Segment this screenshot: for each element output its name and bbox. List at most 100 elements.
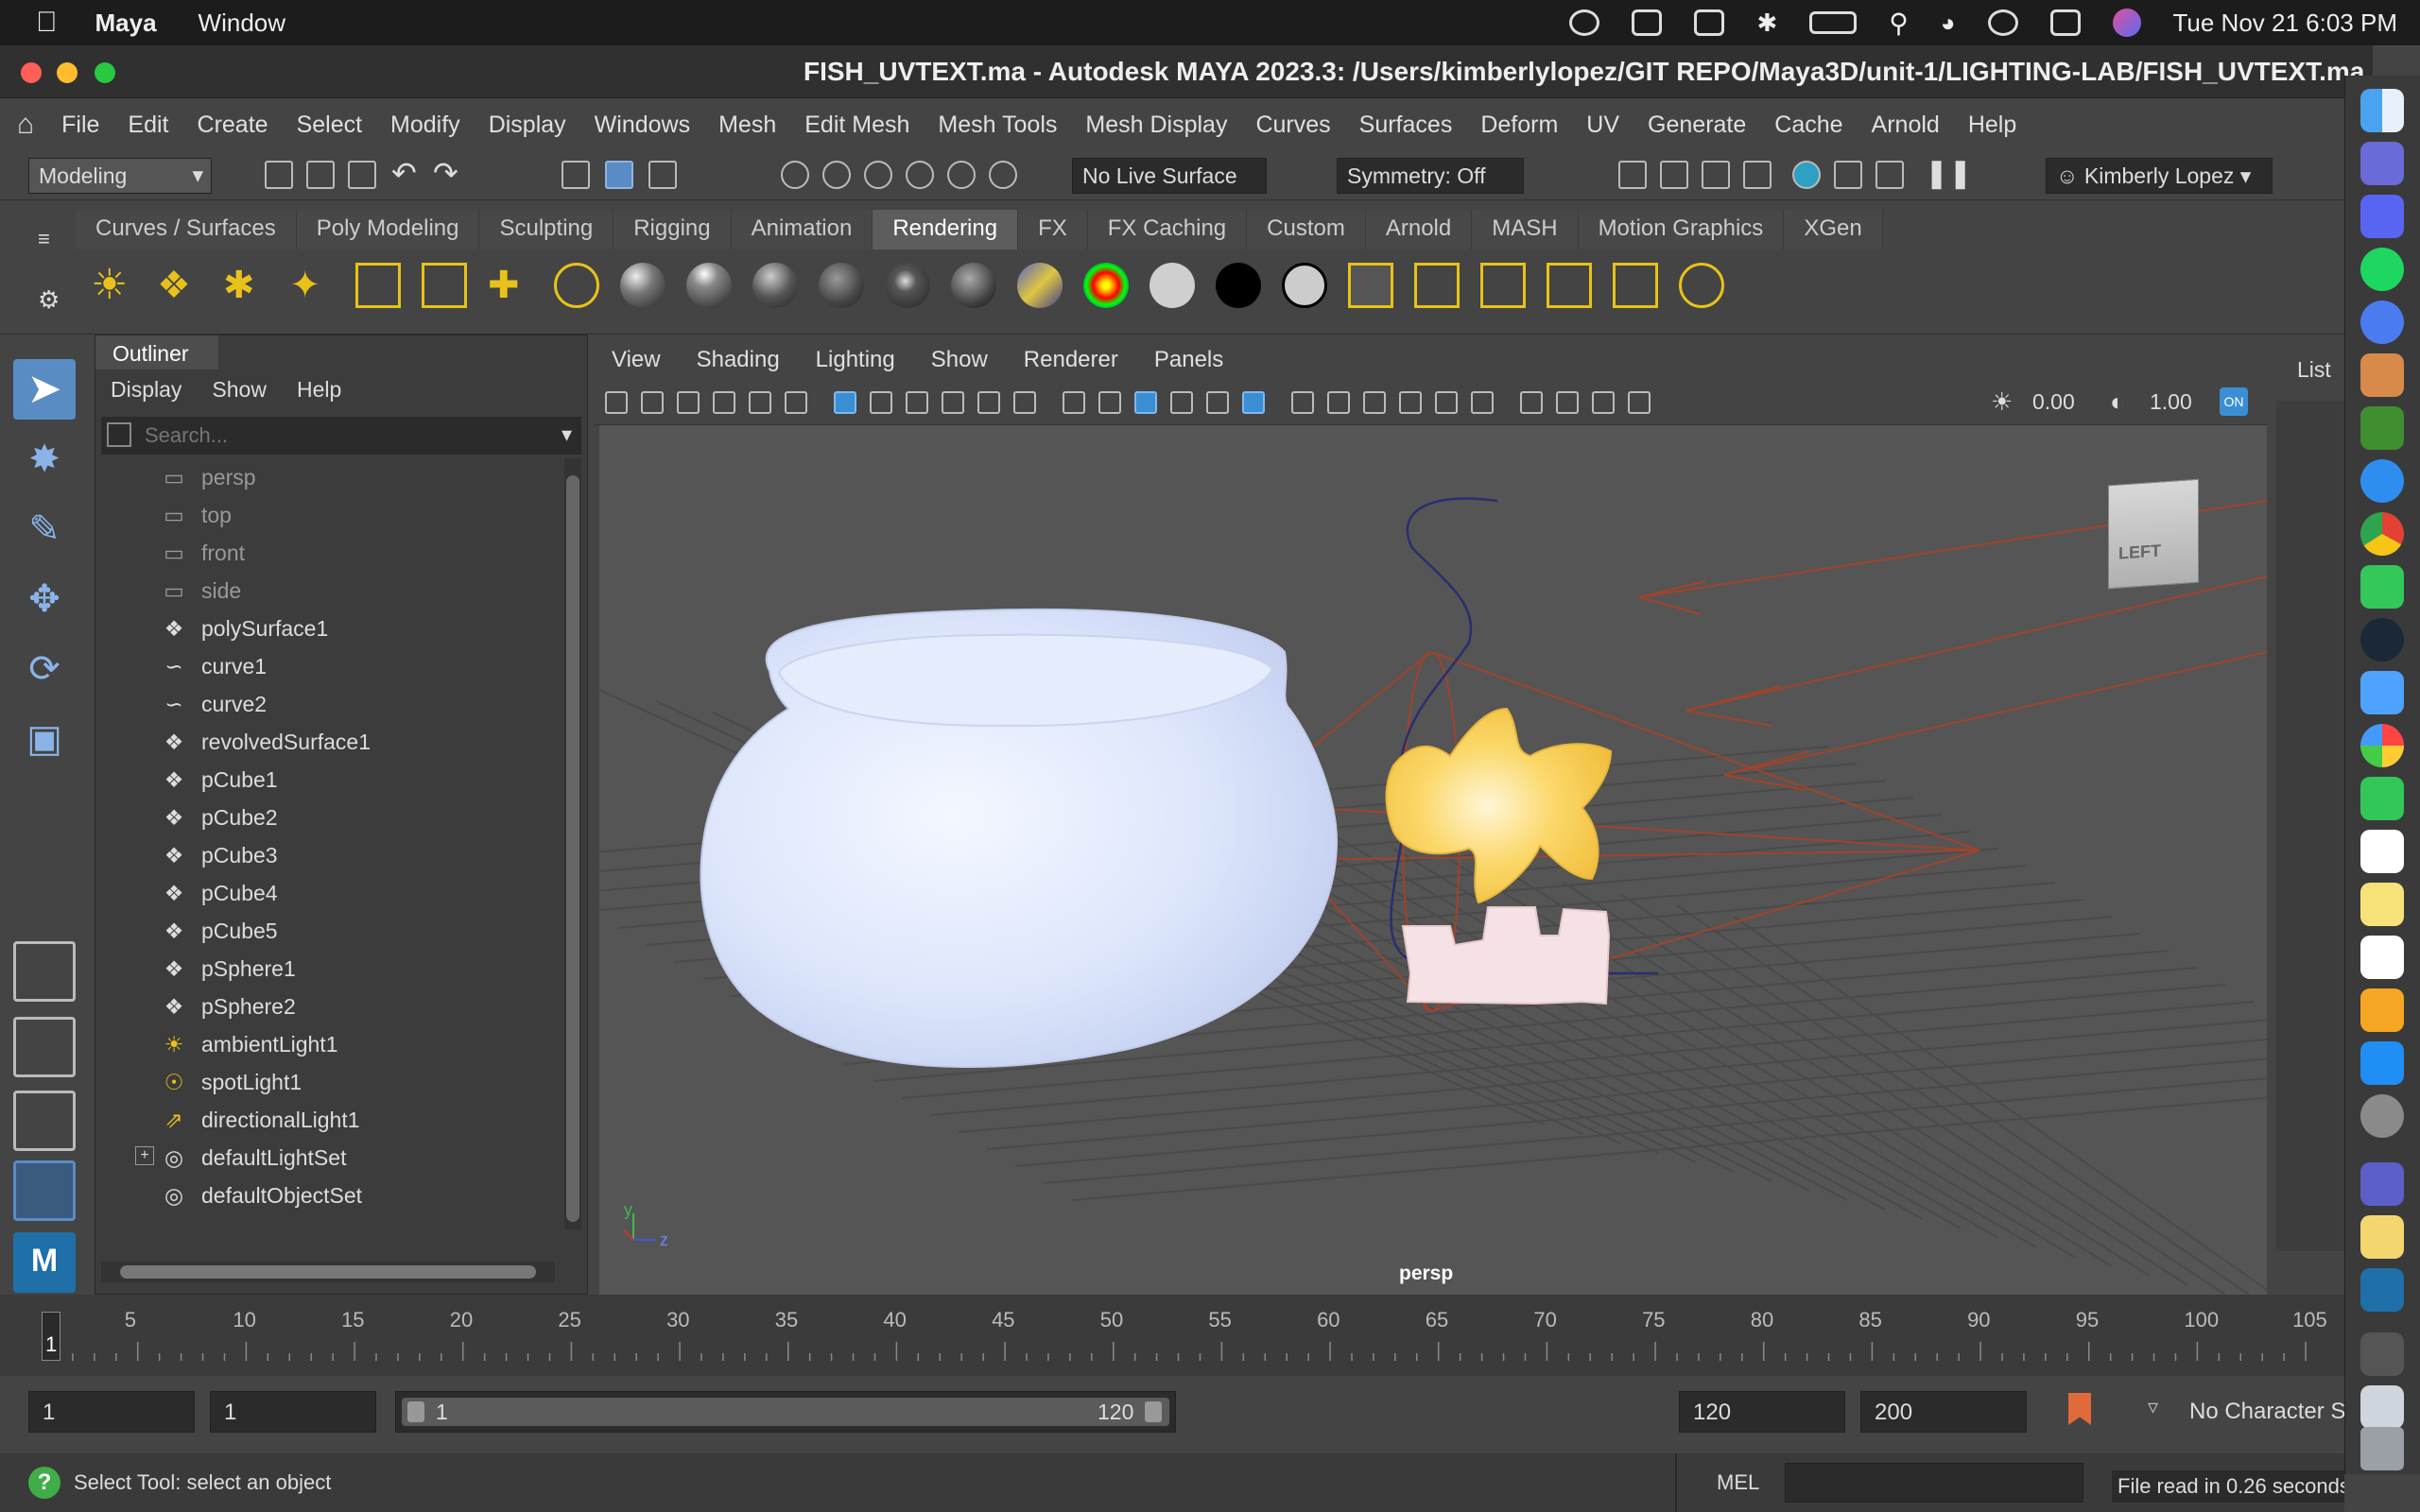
- lambert-shader-icon[interactable]: [620, 263, 666, 308]
- outliner-menu-help[interactable]: Help: [282, 371, 356, 409]
- playback-start-field[interactable]: 1: [210, 1391, 376, 1433]
- outliner-vscrollbar[interactable]: [564, 458, 581, 1229]
- control-center-icon[interactable]: [2049, 9, 2081, 36]
- minecraft-icon[interactable]: [2360, 406, 2404, 450]
- menu-edit[interactable]: Edit: [113, 112, 182, 139]
- shelf-tab-mash[interactable]: MASH: [1472, 210, 1579, 249]
- shelf-tab-curves-surfaces[interactable]: Curves / Surfaces: [76, 210, 297, 249]
- stickies-icon[interactable]: [2360, 1215, 2404, 1259]
- shelf-tab-rendering[interactable]: Rendering: [873, 210, 1019, 249]
- blinn-shader-icon[interactable]: [752, 263, 798, 308]
- ambient-light-shelf-icon[interactable]: ☀: [91, 263, 136, 308]
- gamma-field[interactable]: 1.00: [2150, 389, 2192, 415]
- xray-joints-icon[interactable]: [1592, 391, 1615, 414]
- outliner-item-polySurface1[interactable]: ❖ polySurface1: [95, 610, 559, 647]
- outliner-item-pCube3[interactable]: ❖ pCube3: [95, 836, 559, 874]
- shelf-tab-poly-modeling[interactable]: Poly Modeling: [296, 210, 480, 249]
- display-icon[interactable]: [1694, 9, 1725, 36]
- close-window-button[interactable]: [21, 62, 42, 83]
- save-scene-icon[interactable]: [348, 161, 376, 189]
- shelf-tab-sculpting[interactable]: Sculpting: [479, 210, 614, 249]
- two-view-layout-icon[interactable]: [13, 1091, 76, 1151]
- home-icon[interactable]: ⌂: [17, 109, 34, 141]
- paint-select-tool-icon[interactable]: ✎: [13, 499, 76, 559]
- discord-icon[interactable]: [2360, 195, 2404, 238]
- black-swatch-icon[interactable]: [1216, 263, 1261, 308]
- search-icon[interactable]: ⚲: [1889, 8, 1909, 39]
- character-set-field[interactable]: No Character Set: [2176, 1391, 2344, 1433]
- menu-edit-mesh[interactable]: Edit Mesh: [790, 112, 924, 139]
- menu-arnold[interactable]: Arnold: [1858, 112, 1954, 139]
- safari-icon[interactable]: [2360, 459, 2404, 503]
- depth-of-field-icon[interactable]: [1471, 391, 1494, 414]
- outliner-item-persp[interactable]: ▭ persp: [95, 458, 559, 496]
- outliner-item-defaultLightSet[interactable]: + ◎ defaultLightSet: [95, 1139, 559, 1177]
- wireframe-icon[interactable]: [1098, 391, 1121, 414]
- outliner-item-directionalLight1[interactable]: ⇗ directionalLight1: [95, 1101, 559, 1139]
- xray-icon[interactable]: [1556, 391, 1579, 414]
- siri-icon[interactable]: [2112, 9, 2141, 37]
- maps-icon[interactable]: [2360, 671, 2404, 714]
- shelf-tab-arnold[interactable]: Arnold: [1365, 210, 1473, 249]
- clock-datetime[interactable]: Tue Nov 21 6:03 PM: [2173, 9, 2398, 38]
- range-handle-left[interactable]: [407, 1401, 424, 1422]
- snap-grid-icon[interactable]: [781, 161, 809, 189]
- outliner-item-pCube5[interactable]: ❖ pCube5: [95, 912, 559, 950]
- command-line-input[interactable]: [1785, 1463, 2083, 1503]
- shelf-tab-custom[interactable]: Custom: [1247, 210, 1366, 249]
- spotlight-cone[interactable]: [1240, 801, 1980, 862]
- pages-icon[interactable]: [2360, 988, 2404, 1032]
- shelf-tab-fx-caching[interactable]: FX Caching: [1087, 210, 1248, 249]
- outliner-search-input[interactable]: [145, 421, 542, 451]
- facetime-icon[interactable]: [2360, 777, 2404, 820]
- bookmark-icon[interactable]: [2068, 1393, 2091, 1425]
- game-character-icon[interactable]: [2360, 353, 2404, 397]
- snap-view-icon[interactable]: [906, 161, 934, 189]
- expand-icon[interactable]: +: [135, 1146, 154, 1165]
- range-handle-right[interactable]: [1145, 1401, 1162, 1422]
- outliner-menu-display[interactable]: Display: [95, 371, 197, 409]
- screen-record-icon[interactable]: [1569, 9, 1600, 36]
- 2d-pan-zoom-icon[interactable]: [749, 391, 771, 414]
- redo-icon[interactable]: ↷: [433, 155, 458, 191]
- outliner-item-pSphere2[interactable]: ❖ pSphere2: [95, 988, 559, 1025]
- wireframe-on-shaded-icon[interactable]: [1170, 391, 1193, 414]
- bookmark-icon[interactable]: [677, 391, 700, 414]
- select-tool-icon[interactable]: ➤: [13, 359, 76, 420]
- motion-blur-icon[interactable]: [1399, 391, 1422, 414]
- exposure-field[interactable]: 0.00: [2032, 389, 2075, 415]
- use-all-lights-icon[interactable]: [1291, 391, 1314, 414]
- render-check-icon[interactable]: [1679, 263, 1724, 308]
- vp-menu-shading[interactable]: Shading: [679, 347, 798, 373]
- chevron-down-icon[interactable]: ▾: [562, 422, 572, 447]
- outliner-item-top[interactable]: ▭ top: [95, 496, 559, 534]
- rotate-tool-icon[interactable]: ⟳: [13, 639, 76, 699]
- list-menu[interactable]: List: [2297, 357, 2331, 383]
- menu-mesh-display[interactable]: Mesh Display: [1071, 112, 1241, 139]
- playback-end-field[interactable]: 120: [1679, 1391, 1845, 1433]
- render-settings-icon[interactable]: [1743, 161, 1772, 189]
- exposure-icon[interactable]: ☀: [1991, 387, 2013, 417]
- shadows-icon[interactable]: [1327, 391, 1350, 414]
- menu-deform[interactable]: Deform: [1466, 112, 1572, 139]
- menu-curves[interactable]: Curves: [1241, 112, 1344, 139]
- outliner-item-spotLight1[interactable]: ☉ spotLight1: [95, 1063, 559, 1101]
- curve1[interactable]: [1390, 497, 1659, 975]
- menu-surfaces[interactable]: Surfaces: [1345, 112, 1467, 139]
- select-component-icon[interactable]: [648, 161, 677, 189]
- point-light-shelf-icon[interactable]: ✱: [223, 263, 268, 308]
- ipr-render-icon[interactable]: [1702, 161, 1730, 189]
- time-slider-ruler[interactable]: 5 10 15 20 25 30 35 40 45 50 55 60 65 70 75 80 85 90 95 100…: [0, 1295, 2344, 1376]
- app-store-icon[interactable]: [2360, 1041, 2404, 1085]
- downloads-icon[interactable]: [2360, 1385, 2404, 1429]
- minimize-window-button[interactable]: [57, 62, 78, 83]
- outliner-item-side[interactable]: ▭ side: [95, 572, 559, 610]
- menu-uv[interactable]: UV: [1572, 112, 1634, 139]
- menu-select[interactable]: Select: [283, 112, 376, 139]
- 3d-viewport[interactable]: LEFT y z persp: [599, 425, 2267, 1295]
- render-settings-shelf-icon[interactable]: [1613, 263, 1658, 308]
- anti-aliasing-icon[interactable]: [1435, 391, 1458, 414]
- move-tool-icon[interactable]: ✥: [13, 569, 76, 629]
- system-settings-icon[interactable]: [2360, 1094, 2404, 1138]
- range-slider-bar[interactable]: [402, 1398, 1169, 1426]
